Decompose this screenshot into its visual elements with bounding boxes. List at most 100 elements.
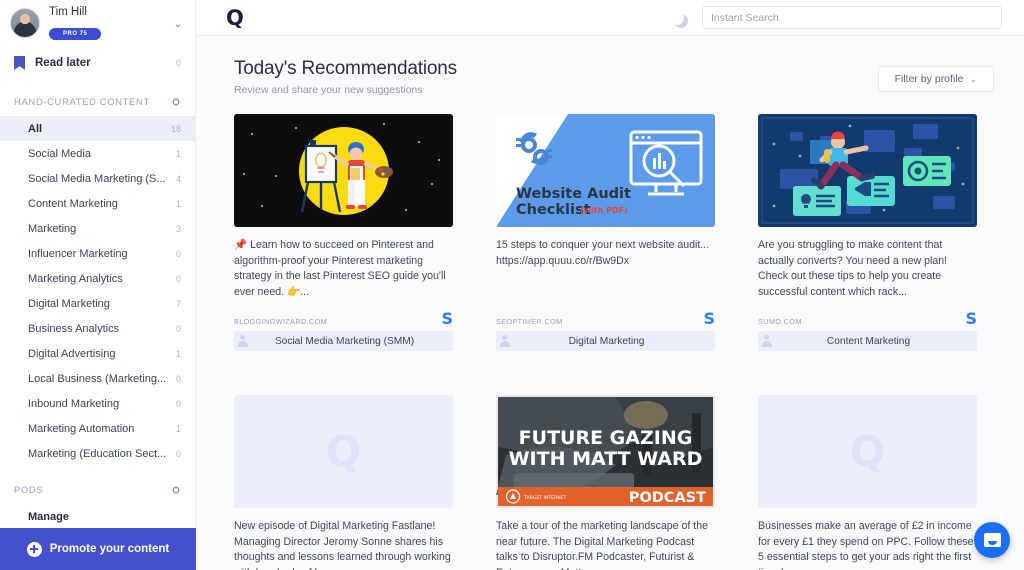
sidebar-item-read-later[interactable]: Read later 0 (0, 48, 195, 78)
recommendation-card[interactable]: Website Audit Checklist (with PDF) 15 st… (496, 114, 715, 351)
filter-label: Filter by profile (894, 73, 964, 85)
sidebar-item-label: Content Marketing (28, 197, 118, 210)
card-domain: SUMO.COM (758, 317, 802, 326)
sidebar-item-digital-advertising[interactable]: Digital Advertising 1 (0, 341, 195, 366)
sidebar-item-count: 0 (175, 398, 181, 409)
sidebar-item-label: Social Media (28, 147, 91, 160)
app-root: Tim Hill PRO 75 ⌄ Read later 0 HAND-CURA… (0, 0, 1024, 570)
sidebar-item-label: Manage (28, 510, 69, 523)
sidebar-item-marketing-education[interactable]: Marketing (Education Sect... 0 (0, 441, 195, 466)
card-thumbnail[interactable] (758, 114, 977, 227)
chevron-down-icon[interactable]: ⌄ (171, 17, 185, 30)
promote-your-content-button[interactable]: Promote your content (0, 528, 196, 570)
sidebar-item-count: 4 (175, 173, 181, 184)
recommendation-card[interactable]: Are you struggling to make content that … (758, 114, 977, 351)
promote-label: Promote your content (49, 543, 170, 555)
gear-icon[interactable] (171, 485, 181, 495)
sidebar-item-social-media-marketing[interactable]: Social Media Marketing (S... 4 (0, 166, 195, 191)
page-header-text: Today's Recommendations Review and share… (234, 58, 878, 96)
sidebar-item-inbound-marketing[interactable]: Inbound Marketing 0 (0, 391, 195, 416)
sidebar-item-count: 1 (175, 198, 181, 209)
card-category-pill[interactable]: Social Media Marketing (SMM) (234, 331, 453, 351)
read-later-count: 0 (175, 58, 181, 68)
sidebar-item-social-media[interactable]: Social Media 1 (0, 141, 195, 166)
search-input[interactable] (702, 6, 1002, 29)
svg-text:(with PDF): (with PDF) (580, 206, 628, 215)
future-gazing-podcast-illustration: FUTURE GAZING WITH MATT WARD TARGET INTE… (496, 395, 715, 508)
quuu-logo[interactable]: Q (226, 7, 244, 28)
sidebar-item-count: 0 (175, 248, 181, 259)
sidebar-item-label: Marketing (Education Sect... (28, 447, 167, 460)
recommendation-card[interactable]: Q New episode of Digital Marketing Fastl… (234, 395, 453, 570)
card-text: 📌 Learn how to succeed on Pinterest and … (234, 239, 446, 298)
main-content: Q Today's Recommendations Review and sha… (196, 0, 1024, 570)
sidebar-item-business-analytics[interactable]: Business Analytics 0 (0, 316, 195, 341)
svg-text:TARGET INTERNET: TARGET INTERNET (523, 495, 567, 501)
sidebar-item-manage[interactable]: Manage (0, 504, 195, 529)
card-thumbnail[interactable] (234, 114, 453, 227)
sidebar-item-label: Marketing (28, 222, 77, 235)
moon-icon[interactable] (670, 11, 684, 25)
sidebar-item-content-marketing[interactable]: Content Marketing 1 (0, 191, 195, 216)
top-bar: Q (196, 0, 1024, 36)
content-area: Today's Recommendations Review and share… (196, 36, 1024, 570)
filter-by-profile-button[interactable]: Filter by profile ⌄ (877, 66, 994, 92)
sidebar: Tim Hill PRO 75 ⌄ Read later 0 HAND-CURA… (0, 0, 196, 570)
card-domain: BLOGGINGWIZARD.COM (234, 317, 328, 326)
card-domain: SEOPTIMER.COM (496, 317, 563, 326)
profile-avatar-icon (234, 331, 254, 351)
sidebar-item-local-business[interactable]: Local Business (Marketing... 0 (0, 366, 195, 391)
recommendation-card[interactable]: Q Businesses make an average of £2 in in… (758, 395, 977, 570)
card-text: Are you struggling to make content that … (758, 239, 948, 298)
card-footer: SUMO.COM S (758, 306, 977, 327)
card-thumbnail-placeholder[interactable]: Q (758, 395, 977, 508)
sidebar-item-label: Business Analytics (28, 322, 120, 335)
gear-icon[interactable] (171, 97, 181, 107)
recommendation-card[interactable]: 📌 Learn how to succeed on Pinterest and … (234, 114, 453, 351)
profile-header[interactable]: Tim Hill PRO 75 ⌄ (0, 0, 195, 48)
quuu-placeholder-logo: Q (849, 427, 886, 476)
card-footer: SEOPTIMER.COM S (496, 306, 715, 327)
share-icon[interactable]: S (441, 311, 453, 327)
page-header-row: Today's Recommendations Review and share… (234, 58, 994, 96)
section-title: PODS (14, 484, 44, 496)
sidebar-item-count: 0 (175, 373, 181, 384)
sidebar-item-marketing-automation[interactable]: Marketing Automation 1 (0, 416, 195, 441)
profile-name: Tim Hill (49, 6, 87, 18)
card-text: Businesses make an average of £2 in inco… (758, 520, 974, 570)
share-icon[interactable]: S (703, 311, 715, 327)
intercom-chat-button[interactable] (974, 522, 1010, 558)
content-runner-illustration (758, 114, 977, 227)
svg-text:Website Audit: Website Audit (516, 186, 631, 202)
share-icon[interactable]: S (965, 311, 977, 327)
sidebar-item-label: Social Media Marketing (S... (28, 172, 166, 185)
recommendation-card[interactable]: FUTURE GAZING WITH MATT WARD TARGET INTE… (496, 395, 715, 570)
card-category-pill[interactable]: Content Marketing (758, 331, 977, 351)
sidebar-item-label: Marketing Analytics (28, 272, 123, 285)
pinterest-painter-illustration (234, 114, 453, 227)
svg-text:WITH MATT WARD: WITH MATT WARD (509, 448, 703, 470)
profile-text: Tim Hill PRO 75 (49, 6, 171, 40)
card-thumbnail[interactable]: FUTURE GAZING WITH MATT WARD TARGET INTE… (496, 395, 715, 508)
sidebar-item-label: Inbound Marketing (28, 397, 120, 410)
sidebar-item-label: Local Business (Marketing... (28, 372, 167, 385)
read-later-label: Read later (35, 57, 91, 69)
profile-avatar-icon (496, 331, 516, 351)
card-thumbnail[interactable]: Website Audit Checklist (with PDF) (496, 114, 715, 227)
card-thumbnail-placeholder[interactable]: Q (234, 395, 453, 508)
bookmark-icon (14, 56, 25, 70)
svg-text:PODCAST: PODCAST (629, 490, 706, 506)
pro-badge: PRO 75 (49, 28, 102, 40)
card-category-pill[interactable]: Digital Marketing (496, 331, 715, 351)
sidebar-item-count: 0 (175, 273, 181, 284)
card-text: New episode of Digital Marketing Fastlan… (234, 520, 451, 570)
sidebar-scroll-area[interactable]: HAND-CURATED CONTENT All 18 Social Media… (0, 78, 195, 570)
sidebar-item-count: 0 (175, 323, 181, 334)
sidebar-item-all[interactable]: All 18 (0, 116, 195, 141)
sidebar-item-digital-marketing[interactable]: Digital Marketing 7 (0, 291, 195, 316)
quuu-placeholder-logo: Q (325, 427, 362, 476)
sidebar-item-influencer-marketing[interactable]: Influencer Marketing 0 (0, 241, 195, 266)
sidebar-item-marketing[interactable]: Marketing 3 (0, 216, 195, 241)
sidebar-item-label: Influencer Marketing (28, 247, 128, 260)
sidebar-item-marketing-analytics[interactable]: Marketing Analytics 0 (0, 266, 195, 291)
